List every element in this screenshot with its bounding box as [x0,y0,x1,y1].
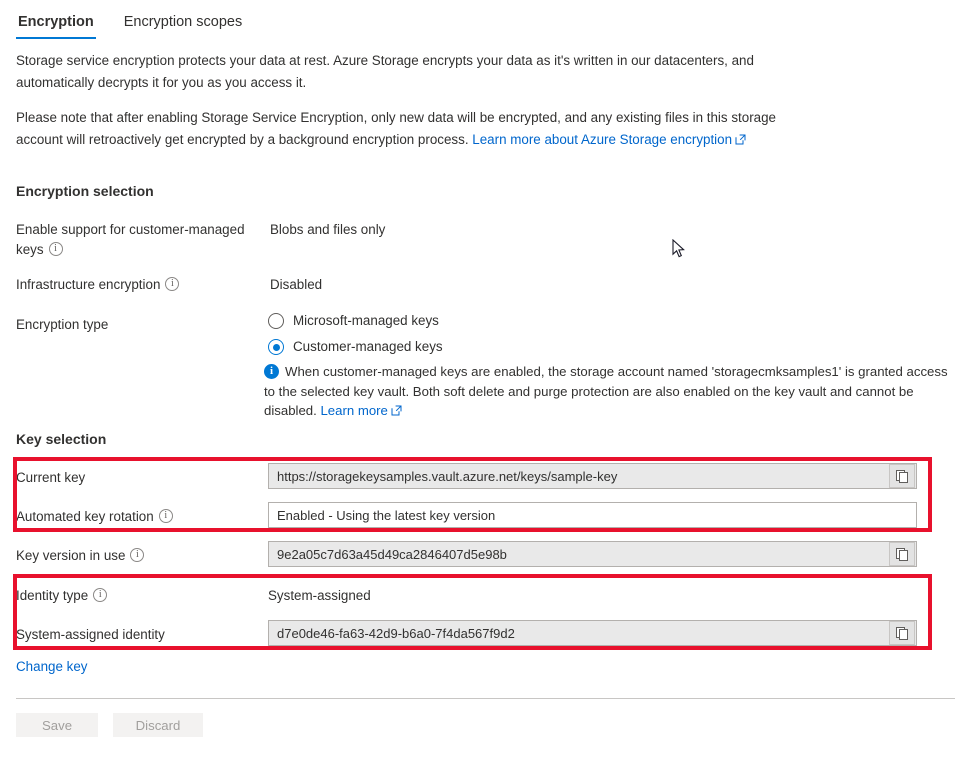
info-icon[interactable] [159,509,173,523]
radio-customer-managed-keys[interactable]: Customer-managed keys [268,338,443,356]
encryption-type-label: Encryption type [16,315,264,335]
info-filled-icon [264,364,279,379]
learn-more-azure-storage-encryption-link[interactable]: Learn more about Azure Storage encryptio… [472,132,746,147]
tab-encryption-scopes-label: Encryption scopes [124,14,242,30]
footer-divider [16,698,955,699]
copy-icon[interactable] [889,621,915,645]
current-key-field[interactable]: https://storagekeysamples.vault.azure.ne… [268,463,917,489]
info-icon[interactable] [130,548,144,562]
infrastructure-encryption-value: Disabled [270,275,322,295]
cmk-support-value: Blobs and files only [270,220,385,240]
key-selection-heading: Key selection [16,431,106,447]
automated-key-rotation-value: Enabled - Using the latest key version [269,508,916,523]
system-assigned-identity-value: d7e0de46-fa63-42d9-b6a0-7f4da567f9d2 [269,626,889,641]
learn-more-link[interactable]: Learn more [320,403,401,418]
change-key-link[interactable]: Change key [16,659,87,674]
automated-key-rotation-field[interactable]: Enabled - Using the latest key version [268,502,917,528]
discard-button[interactable]: Discard [113,713,203,737]
cmk-support-label: Enable support for customer-managed keys [16,220,264,260]
intro-paragraph-1: Storage service encryption protects your… [16,50,816,94]
radio-customer-managed-keys-label: Customer-managed keys [293,338,443,356]
key-version-in-use-field[interactable]: 9e2a05c7d63a45d49ca2846407d5e98b [268,541,917,567]
system-assigned-identity-label: System-assigned identity [16,625,264,645]
info-icon[interactable] [49,242,63,256]
identity-type-label-text: Identity type [16,588,88,603]
copy-icon[interactable] [889,464,915,488]
tab-encryption[interactable]: Encryption [16,12,96,39]
current-key-value: https://storagekeysamples.vault.azure.ne… [269,469,889,484]
current-key-label: Current key [16,468,264,488]
mouse-pointer-icon [672,239,686,264]
encryption-settings-page: Encryption Encryption scopes Storage ser… [0,0,971,760]
radio-microsoft-managed-keys-label: Microsoft-managed keys [293,312,439,330]
automated-key-rotation-label-text: Automated key rotation [16,509,154,524]
cmk-info-message: When customer-managed keys are enabled, … [264,362,954,421]
automated-key-rotation-label: Automated key rotation [16,507,264,527]
identity-type-value: System-assigned [268,586,371,606]
infrastructure-encryption-label: Infrastructure encryption [16,275,264,295]
external-link-icon [735,130,746,141]
external-link-icon [391,402,402,413]
save-button[interactable]: Save [16,713,98,737]
radio-microsoft-managed-keys[interactable]: Microsoft-managed keys [268,312,439,330]
key-version-in-use-label: Key version in use [16,546,264,566]
radio-circle-selected-icon[interactable] [268,339,284,355]
key-version-in-use-value: 9e2a05c7d63a45d49ca2846407d5e98b [269,547,889,562]
tab-bar: Encryption Encryption scopes [16,12,244,39]
encryption-selection-heading: Encryption selection [16,183,154,199]
key-version-in-use-label-text: Key version in use [16,548,125,563]
infrastructure-encryption-label-text: Infrastructure encryption [16,277,160,292]
system-assigned-identity-field[interactable]: d7e0de46-fa63-42d9-b6a0-7f4da567f9d2 [268,620,917,646]
info-icon[interactable] [93,588,107,602]
radio-circle-icon[interactable] [268,313,284,329]
identity-type-label: Identity type [16,586,264,606]
intro-paragraph-2: Please note that after enabling Storage … [16,107,816,151]
learn-more-label: Learn more [320,403,387,418]
info-icon[interactable] [165,277,179,291]
tab-encryption-label: Encryption [18,14,94,30]
learn-more-link-label: Learn more about Azure Storage encryptio… [472,132,732,147]
copy-icon[interactable] [889,542,915,566]
tab-encryption-scopes[interactable]: Encryption scopes [122,12,244,39]
